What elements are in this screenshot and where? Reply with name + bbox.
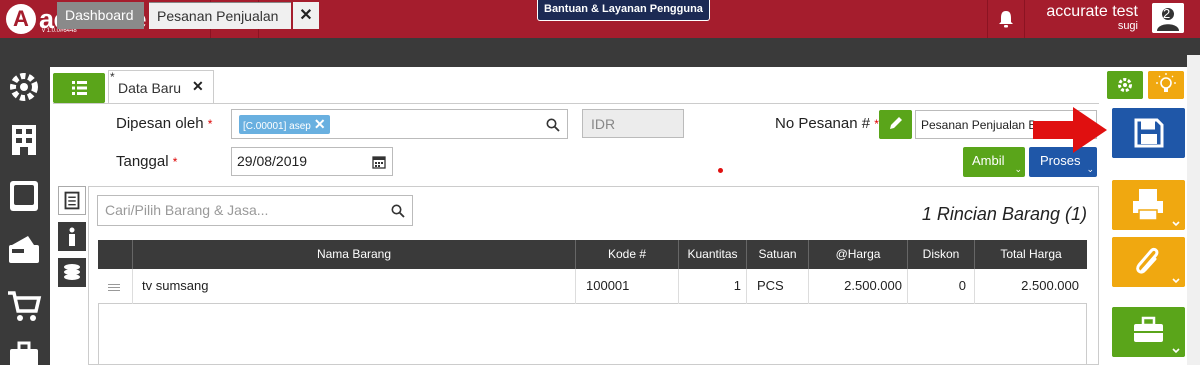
settings-gear-icon[interactable] bbox=[6, 70, 42, 104]
search-icon[interactable] bbox=[391, 204, 405, 218]
unsaved-marker: * bbox=[110, 70, 115, 84]
save-button[interactable] bbox=[1112, 108, 1185, 158]
left-sidebar bbox=[0, 67, 50, 371]
column-header-kuantitas[interactable]: Kuantitas bbox=[679, 240, 747, 269]
tab-dashboard[interactable]: Dashboard bbox=[57, 2, 144, 29]
no-pesanan-text: No Pesanan # bbox=[775, 115, 871, 132]
column-header-nama-barang[interactable]: Nama Barang bbox=[133, 240, 576, 269]
divider bbox=[987, 0, 988, 38]
toolbox-button[interactable] bbox=[1112, 307, 1185, 357]
no-pesanan-label: No Pesanan # * bbox=[775, 115, 879, 132]
cell-total-harga[interactable]: 2.500.000 bbox=[975, 269, 1087, 304]
cell-kode[interactable]: 100001 bbox=[576, 269, 679, 304]
customer-chip-text: [C.00001] asep bbox=[243, 121, 311, 132]
calendar-icon[interactable] bbox=[372, 155, 386, 169]
tab-count[interactable]: 2 ⌄ bbox=[1163, 6, 1197, 22]
drag-handle-icon[interactable] bbox=[108, 284, 120, 293]
chevron-down-icon: ⌄ bbox=[1086, 164, 1094, 174]
settings-button[interactable] bbox=[1107, 71, 1143, 99]
user-name[interactable]: accurate test bbox=[1026, 3, 1138, 21]
currency-field: IDR bbox=[582, 109, 684, 138]
column-header-harga[interactable]: @Harga bbox=[809, 240, 908, 269]
wallet-icon[interactable] bbox=[6, 233, 42, 267]
ambil-label: Ambil bbox=[972, 153, 1005, 168]
bell-icon[interactable] bbox=[998, 10, 1014, 28]
tab-pesanan-penjualan[interactable]: Pesanan Penjualan bbox=[149, 2, 291, 29]
required-marker: * bbox=[207, 117, 213, 131]
attachment-button[interactable] bbox=[1112, 237, 1185, 287]
customer-chip[interactable]: [C.00001] asep ✕ bbox=[239, 115, 330, 134]
cell-nama-barang[interactable]: tv sumsang bbox=[133, 269, 576, 304]
table-left-border bbox=[98, 304, 99, 365]
logo-mark: A bbox=[6, 4, 36, 34]
pointer-arrow-icon bbox=[1033, 107, 1107, 153]
coins-tab-icon[interactable] bbox=[58, 258, 86, 287]
column-header-diskon[interactable]: Diskon bbox=[908, 240, 975, 269]
item-search-input[interactable]: Cari/Pilih Barang & Jasa... bbox=[97, 195, 413, 226]
required-marker: * bbox=[172, 155, 178, 169]
tanggal-field[interactable]: 29/08/2019 bbox=[231, 147, 393, 176]
close-tab-icon[interactable]: ✕ bbox=[293, 2, 319, 29]
proses-label: Proses bbox=[1040, 153, 1081, 168]
cash-register-icon[interactable] bbox=[6, 179, 42, 213]
cell-diskon[interactable]: 0 bbox=[908, 269, 975, 304]
tab-bar bbox=[0, 38, 1200, 67]
column-header-total-harga[interactable]: Total Harga bbox=[975, 240, 1087, 269]
grip-column-header bbox=[98, 240, 133, 269]
divider bbox=[53, 103, 1099, 104]
tanggal-label: Tanggal * bbox=[116, 153, 177, 170]
cell-satuan[interactable]: PCS bbox=[747, 269, 809, 304]
building-icon[interactable] bbox=[6, 123, 42, 157]
red-dot-marker bbox=[718, 168, 723, 173]
chevron-down-icon: ⌄ bbox=[1014, 164, 1022, 174]
table-right-border bbox=[1086, 304, 1087, 365]
search-icon[interactable] bbox=[546, 118, 560, 132]
item-summary: 1 Rincian Barang (1) bbox=[921, 204, 1087, 224]
info-tab-icon[interactable] bbox=[58, 222, 86, 251]
lightbulb-icon[interactable] bbox=[1148, 71, 1184, 99]
print-button[interactable] bbox=[1112, 180, 1185, 230]
cell-harga[interactable]: 2.500.000 bbox=[809, 269, 908, 304]
ambil-button[interactable]: Ambil ⌄ bbox=[963, 147, 1025, 177]
items-table-header: Nama Barang Kode # Kuantitas Satuan @Har… bbox=[98, 240, 1087, 269]
cell-kuantitas[interactable]: 1 bbox=[679, 269, 747, 304]
doc-tab-label[interactable]: Data Baru bbox=[118, 80, 181, 96]
tanggal-text: Tanggal bbox=[116, 153, 169, 170]
column-header-satuan[interactable]: Satuan bbox=[747, 240, 809, 269]
table-row[interactable]: tv sumsang 100001 1 PCS 2.500.000 0 2.50… bbox=[98, 269, 1087, 304]
remove-chip-icon[interactable]: ✕ bbox=[314, 116, 326, 132]
user-subname: sugi bbox=[1117, 20, 1138, 32]
shopping-cart-icon[interactable] bbox=[6, 289, 42, 323]
help-button[interactable]: Bantuan & Layanan Pengguna bbox=[537, 0, 710, 21]
tanggal-value: 29/08/2019 bbox=[237, 153, 308, 169]
dipesan-oleh-label: Dipesan oleh * bbox=[116, 115, 212, 132]
detail-list-tab-icon[interactable] bbox=[58, 186, 86, 215]
divider bbox=[1024, 0, 1025, 38]
vertical-scrollbar[interactable] bbox=[1187, 55, 1200, 365]
column-header-kode[interactable]: Kode # bbox=[576, 240, 679, 269]
doc-tab-close-icon[interactable]: ✕ bbox=[192, 78, 204, 95]
edit-pencil-button[interactable] bbox=[879, 110, 912, 139]
drag-handle[interactable] bbox=[98, 269, 133, 304]
dipesan-oleh-text: Dipesan oleh bbox=[116, 115, 204, 132]
list-view-button[interactable] bbox=[53, 73, 105, 103]
briefcase-icon[interactable] bbox=[6, 340, 42, 374]
